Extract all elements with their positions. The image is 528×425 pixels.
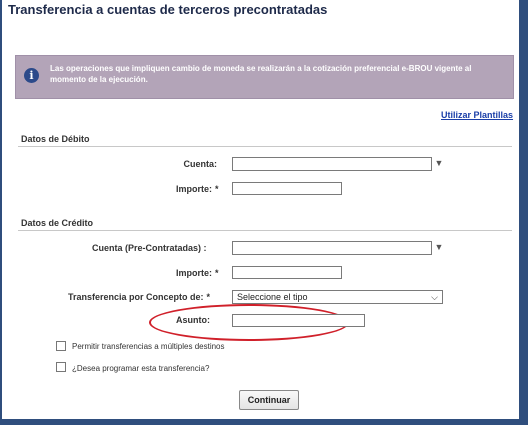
debit-account-label: Cuenta: <box>183 159 218 169</box>
concept-select[interactable]: Seleccione el tipo ⌵ <box>232 290 443 304</box>
debit-amount-label-text: Importe: <box>176 184 212 194</box>
concept-selected-value: Seleccione el tipo <box>237 292 308 302</box>
required-mark: * <box>206 292 211 302</box>
debit-divider <box>18 146 512 147</box>
subject-input[interactable] <box>232 314 365 327</box>
credit-amount-label-text: Importe: <box>176 268 212 278</box>
concept-label-text: Transferencia por Concepto de: <box>68 292 204 302</box>
schedule-transfer-checkbox[interactable] <box>56 362 66 372</box>
debit-section-title: Datos de Débito <box>21 134 90 144</box>
subject-label: Asunto: <box>176 315 210 325</box>
debit-amount-input[interactable] <box>232 182 342 195</box>
debit-amount-label: Importe: * <box>176 184 219 194</box>
credit-amount-input[interactable] <box>232 266 342 279</box>
chevron-down-icon[interactable]: ▼ <box>434 156 444 170</box>
concept-label: Transferencia por Concepto de: * <box>68 292 210 302</box>
credit-amount-label: Importe: * <box>176 268 219 278</box>
page-title: Transferencia a cuentas de terceros prec… <box>8 2 328 17</box>
use-templates-link[interactable]: Utilizar Plantillas <box>441 110 513 120</box>
window-frame-left <box>0 0 2 425</box>
credit-account-combo[interactable] <box>232 241 432 255</box>
window-frame-bottom <box>0 419 528 425</box>
schedule-transfer-label: ¿Desea programar esta transferencia? <box>72 364 210 373</box>
multiple-destinations-checkbox[interactable] <box>56 341 66 351</box>
info-text: Las operaciones que impliquen cambio de … <box>50 64 472 84</box>
info-icon: i <box>24 68 39 83</box>
chevron-down-icon[interactable]: ▼ <box>434 240 444 254</box>
chevron-down-icon: ⌵ <box>431 292 438 302</box>
credit-account-label: Cuenta (Pre-Contratadas) : <box>92 243 207 253</box>
credit-divider <box>18 230 512 231</box>
required-mark: * <box>215 184 219 194</box>
info-banner: i Las operaciones que impliquen cambio d… <box>15 55 514 99</box>
continue-button[interactable]: Continuar <box>239 390 299 410</box>
debit-account-combo[interactable] <box>232 157 432 171</box>
required-mark: * <box>215 268 219 278</box>
window-frame-right <box>519 0 528 425</box>
multiple-destinations-label: Permitir transferencias a múltiples dest… <box>72 342 225 351</box>
credit-section-title: Datos de Crédito <box>21 218 94 228</box>
